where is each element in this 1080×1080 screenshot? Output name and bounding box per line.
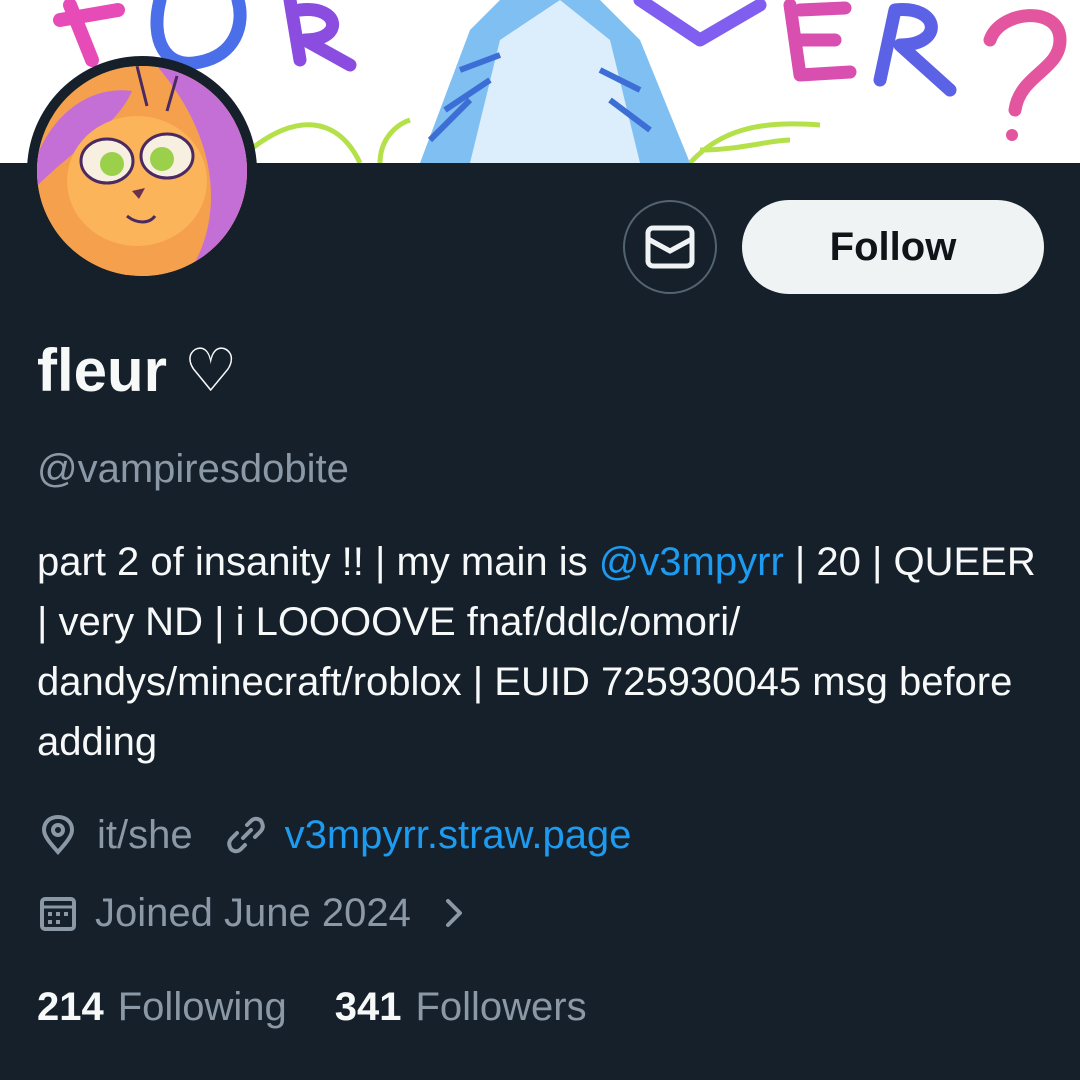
envelope-icon [645,225,695,269]
followers-stat[interactable]: 341 Followers [335,982,587,1032]
follow-stats: 214 Following 341 Followers [37,982,587,1032]
joined-date: Joined June 2024 [95,891,411,935]
profile-meta-location-website: it/she v3mpyrr.straw.page [37,810,631,860]
calendar-icon [37,892,79,934]
message-button[interactable] [623,200,717,294]
following-label: Following [117,985,287,1029]
avatar[interactable] [37,66,247,276]
followers-label: Followers [415,985,587,1029]
follow-button[interactable]: Follow [742,200,1044,294]
location-text: it/she [97,813,193,857]
bio: part 2 of insanity !! | my main is @v3mp… [37,532,1057,772]
user-handle: @vampiresdobite [37,447,349,491]
avatar-art [37,66,247,276]
bio-text-start: part 2 of insanity !! | my main is [37,540,599,584]
following-stat[interactable]: 214 Following [37,982,287,1032]
profile-meta-joined[interactable]: Joined June 2024 [37,888,475,938]
followers-count: 341 [334,985,402,1029]
display-name: fleur ♡ [37,337,238,404]
website-link[interactable]: v3mpyrr.straw.page [285,810,632,860]
chevron-right-icon [433,892,475,934]
location-pin-icon [37,814,79,856]
following-count: 214 [37,985,104,1029]
bio-mention-link[interactable]: @v3mpyrr [599,540,784,584]
link-icon [225,814,267,856]
